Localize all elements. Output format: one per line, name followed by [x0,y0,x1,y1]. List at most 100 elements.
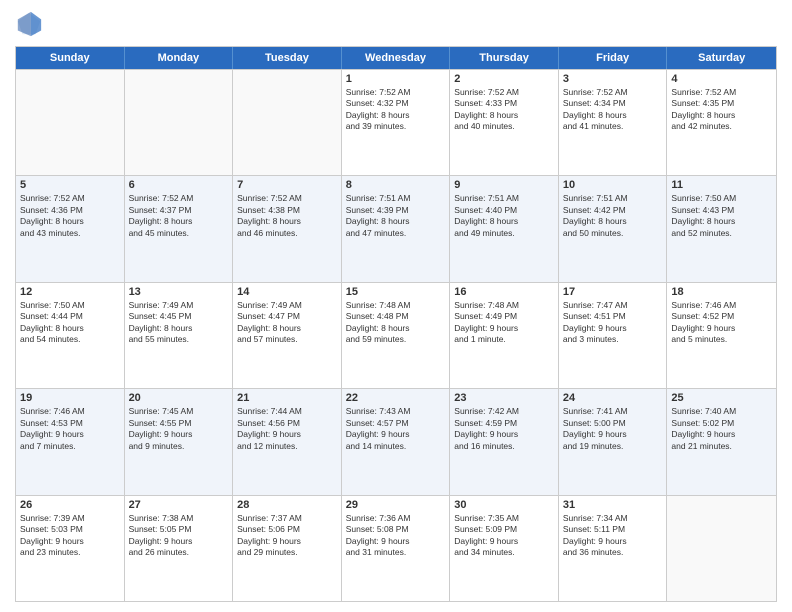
day-cell-31: 31 Sunrise: 7:34 AM Sunset: 5:11 PM Dayli… [559,496,668,601]
day-number: 26 [20,499,120,511]
header-day-wednesday: Wednesday [342,47,451,69]
day-number: 22 [346,392,446,404]
day-number: 6 [129,179,229,191]
day-info: Sunrise: 7:49 AM Sunset: 4:47 PM Dayligh… [237,300,337,346]
empty-cell [667,496,776,601]
day-info: Sunrise: 7:40 AM Sunset: 5:02 PM Dayligh… [671,406,772,452]
day-info: Sunrise: 7:38 AM Sunset: 5:05 PM Dayligh… [129,513,229,559]
day-number: 23 [454,392,554,404]
day-cell-27: 27Sunrise: 7:38 AM Sunset: 5:05 PM Dayli… [125,496,234,601]
day-info: Sunrise: 7:39 AM Sunset: 5:03 PM Dayligh… [20,513,120,559]
day-cell-22: 22 Sunrise: 7:43 AM Sunset: 4:57 PM Dayli… [342,389,451,494]
day-cell-11: 11 Sunrise: 7:50 AM Sunset: 4:43 PM Dayli… [667,176,776,281]
day-cell-24: 24 Sunrise: 7:41 AM Sunset: 5:00 PM Dayli… [559,389,668,494]
header-day-saturday: Saturday [667,47,776,69]
day-cell-6: 6Sunrise: 7:52 AM Sunset: 4:37 PM Daylig… [125,176,234,281]
day-info: Sunrise: 7:43 AM Sunset: 4:57 PM Dayligh… [346,406,446,452]
day-number: 10 [563,179,663,191]
empty-cell [16,70,125,175]
header-day-friday: Friday [559,47,668,69]
day-number: 2 [454,73,554,85]
day-cell-5: 5 Sunrise: 7:52 AM Sunset: 4:36 PM Daylig… [16,176,125,281]
day-number: 28 [237,499,337,511]
day-cell-10: 10Sunrise: 7:51 AM Sunset: 4:42 PM Dayli… [559,176,668,281]
logo [15,10,47,38]
day-cell-19: 19 Sunrise: 7:46 AM Sunset: 4:53 PM Dayli… [16,389,125,494]
day-info: Sunrise: 7:46 AM Sunset: 4:53 PM Dayligh… [20,406,120,452]
week-row-4: 19 Sunrise: 7:46 AM Sunset: 4:53 PM Dayli… [16,388,776,494]
day-number: 21 [237,392,337,404]
day-number: 8 [346,179,446,191]
empty-cell [233,70,342,175]
empty-cell [125,70,234,175]
day-cell-28: 28Sunrise: 7:37 AM Sunset: 5:06 PM Dayli… [233,496,342,601]
day-number: 1 [346,73,446,85]
day-cell-29: 29 Sunrise: 7:36 AM Sunset: 5:08 PM Dayli… [342,496,451,601]
header-day-tuesday: Tuesday [233,47,342,69]
day-info: Sunrise: 7:46 AM Sunset: 4:52 PM Dayligh… [671,300,772,346]
day-info: Sunrise: 7:48 AM Sunset: 4:49 PM Dayligh… [454,300,554,346]
day-cell-14: 14 Sunrise: 7:49 AM Sunset: 4:47 PM Dayli… [233,283,342,388]
day-info: Sunrise: 7:52 AM Sunset: 4:35 PM Dayligh… [671,87,772,133]
day-number: 30 [454,499,554,511]
day-number: 16 [454,286,554,298]
day-number: 9 [454,179,554,191]
day-cell-8: 8Sunrise: 7:51 AM Sunset: 4:39 PM Daylig… [342,176,451,281]
day-info: Sunrise: 7:52 AM Sunset: 4:38 PM Dayligh… [237,193,337,239]
day-number: 17 [563,286,663,298]
day-info: Sunrise: 7:49 AM Sunset: 4:45 PM Dayligh… [129,300,229,346]
logo-icon [15,10,43,38]
header-day-sunday: Sunday [16,47,125,69]
day-info: Sunrise: 7:45 AM Sunset: 4:55 PM Dayligh… [129,406,229,452]
day-cell-16: 16 Sunrise: 7:48 AM Sunset: 4:49 PM Dayli… [450,283,559,388]
day-cell-23: 23 Sunrise: 7:42 AM Sunset: 4:59 PM Dayli… [450,389,559,494]
day-cell-15: 15 Sunrise: 7:48 AM Sunset: 4:48 PM Dayli… [342,283,451,388]
day-number: 13 [129,286,229,298]
day-number: 15 [346,286,446,298]
day-number: 25 [671,392,772,404]
day-cell-4: 4 Sunrise: 7:52 AM Sunset: 4:35 PM Daylig… [667,70,776,175]
day-info: Sunrise: 7:52 AM Sunset: 4:32 PM Dayligh… [346,87,446,133]
day-info: Sunrise: 7:34 AM Sunset: 5:11 PM Dayligh… [563,513,663,559]
day-cell-21: 21Sunrise: 7:44 AM Sunset: 4:56 PM Dayli… [233,389,342,494]
day-info: Sunrise: 7:52 AM Sunset: 4:36 PM Dayligh… [20,193,120,239]
day-info: Sunrise: 7:52 AM Sunset: 4:34 PM Dayligh… [563,87,663,133]
day-info: Sunrise: 7:51 AM Sunset: 4:40 PM Dayligh… [454,193,554,239]
day-cell-17: 17 Sunrise: 7:47 AM Sunset: 4:51 PM Dayli… [559,283,668,388]
calendar-body: 1 Sunrise: 7:52 AM Sunset: 4:32 PM Daylig… [16,69,776,601]
day-number: 11 [671,179,772,191]
day-info: Sunrise: 7:36 AM Sunset: 5:08 PM Dayligh… [346,513,446,559]
day-number: 20 [129,392,229,404]
week-row-2: 5 Sunrise: 7:52 AM Sunset: 4:36 PM Daylig… [16,175,776,281]
day-cell-30: 30 Sunrise: 7:35 AM Sunset: 5:09 PM Dayli… [450,496,559,601]
day-info: Sunrise: 7:42 AM Sunset: 4:59 PM Dayligh… [454,406,554,452]
week-row-3: 12Sunrise: 7:50 AM Sunset: 4:44 PM Dayli… [16,282,776,388]
day-number: 14 [237,286,337,298]
day-info: Sunrise: 7:50 AM Sunset: 4:43 PM Dayligh… [671,193,772,239]
day-info: Sunrise: 7:47 AM Sunset: 4:51 PM Dayligh… [563,300,663,346]
calendar-header: SundayMondayTuesdayWednesdayThursdayFrid… [16,47,776,69]
day-info: Sunrise: 7:50 AM Sunset: 4:44 PM Dayligh… [20,300,120,346]
day-cell-25: 25 Sunrise: 7:40 AM Sunset: 5:02 PM Dayli… [667,389,776,494]
day-cell-7: 7 Sunrise: 7:52 AM Sunset: 4:38 PM Daylig… [233,176,342,281]
day-cell-9: 9 Sunrise: 7:51 AM Sunset: 4:40 PM Daylig… [450,176,559,281]
day-number: 5 [20,179,120,191]
day-number: 19 [20,392,120,404]
day-number: 29 [346,499,446,511]
header-day-thursday: Thursday [450,47,559,69]
day-info: Sunrise: 7:35 AM Sunset: 5:09 PM Dayligh… [454,513,554,559]
day-cell-18: 18Sunrise: 7:46 AM Sunset: 4:52 PM Dayli… [667,283,776,388]
day-info: Sunrise: 7:48 AM Sunset: 4:48 PM Dayligh… [346,300,446,346]
week-row-1: 1 Sunrise: 7:52 AM Sunset: 4:32 PM Daylig… [16,69,776,175]
day-number: 31 [563,499,663,511]
day-cell-1: 1 Sunrise: 7:52 AM Sunset: 4:32 PM Daylig… [342,70,451,175]
day-info: Sunrise: 7:52 AM Sunset: 4:33 PM Dayligh… [454,87,554,133]
day-number: 24 [563,392,663,404]
day-cell-20: 20 Sunrise: 7:45 AM Sunset: 4:55 PM Dayli… [125,389,234,494]
day-cell-2: 2 Sunrise: 7:52 AM Sunset: 4:33 PM Daylig… [450,70,559,175]
page: SundayMondayTuesdayWednesdayThursdayFrid… [0,0,792,612]
day-number: 7 [237,179,337,191]
day-number: 4 [671,73,772,85]
day-number: 3 [563,73,663,85]
day-info: Sunrise: 7:41 AM Sunset: 5:00 PM Dayligh… [563,406,663,452]
